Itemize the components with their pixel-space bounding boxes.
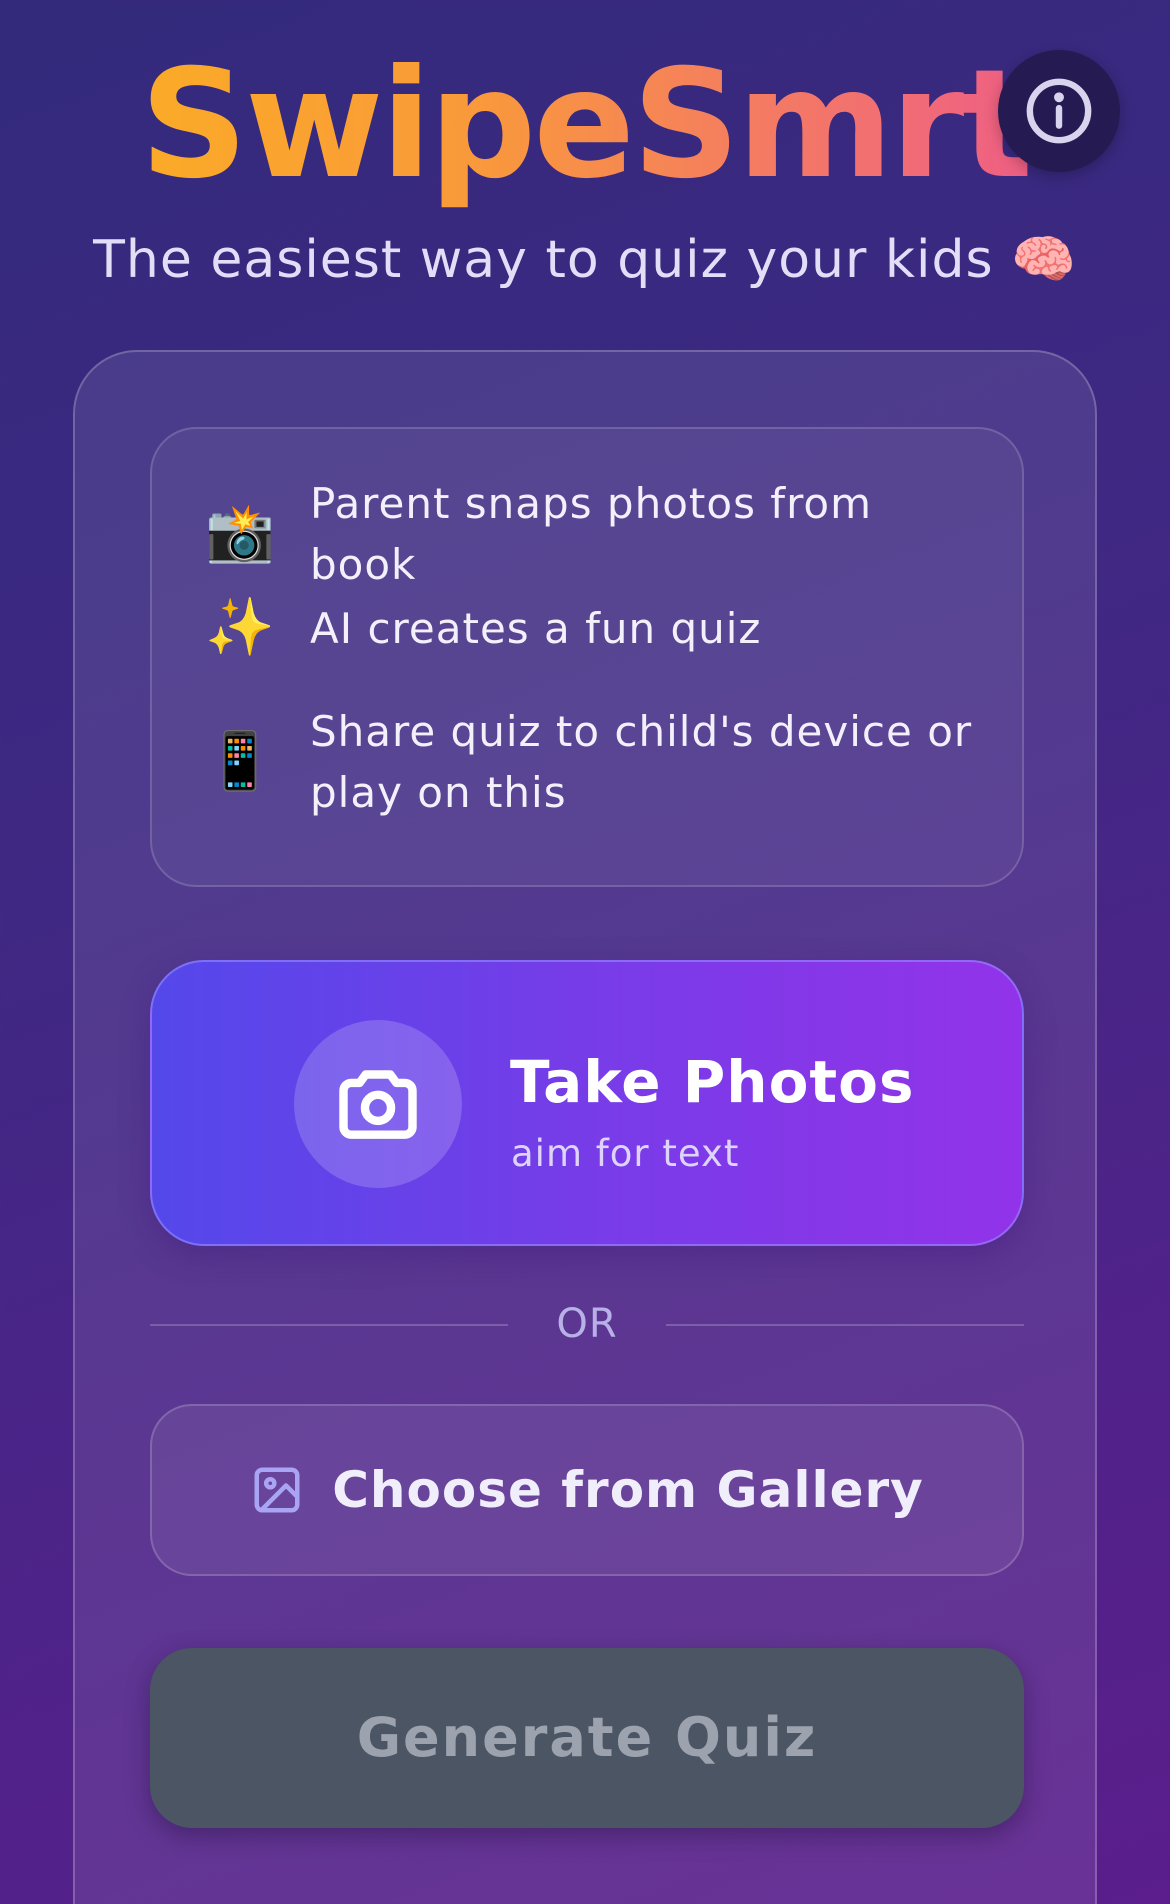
choose-from-gallery-button[interactable]: Choose from Gallery: [150, 1404, 1024, 1576]
sparkles-icon: ✨: [205, 595, 275, 660]
divider-line-right: [666, 1324, 1024, 1326]
app-title: SwipeSmrt: [0, 40, 1170, 210]
take-photos-hint: aim for text: [511, 1132, 740, 1175]
step-ai-quiz: ✨ AI creates a fun quiz: [152, 593, 1026, 663]
main-card: 📸 Parent snaps photos from book ✨ AI cre…: [73, 350, 1097, 1904]
camera-icon: [339, 1070, 417, 1139]
gallery-label: Choose from Gallery: [332, 1461, 924, 1519]
take-photos-label: Take Photos: [510, 1048, 915, 1116]
how-it-works-box: 📸 Parent snaps photos from book ✨ AI cre…: [150, 427, 1024, 887]
tagline: The easiest way to quiz your kids 🧠: [93, 230, 1077, 290]
camera-icon-circle: [294, 1020, 462, 1188]
image-icon: [250, 1463, 304, 1517]
divider-line-left: [150, 1324, 508, 1326]
step-snap-photos: 📸 Parent snaps photos from book: [152, 473, 1026, 595]
step-text: AI creates a fun quiz: [310, 603, 762, 653]
mobile-phone-icon: 📱: [205, 729, 275, 794]
header: SwipeSmrt The easiest way to quiz your k…: [0, 0, 1170, 320]
step-text: Parent snaps photos from book: [310, 479, 873, 589]
camera-flash-icon: 📸: [205, 501, 275, 566]
or-divider-label: OR: [556, 1301, 618, 1347]
take-photos-button[interactable]: Take Photos aim for text: [150, 960, 1024, 1246]
generate-quiz-button[interactable]: Generate Quiz: [150, 1648, 1024, 1828]
generate-quiz-label: Generate Quiz: [356, 1706, 818, 1769]
info-button[interactable]: [998, 50, 1120, 172]
info-icon: [1026, 78, 1092, 144]
step-text: Share quiz to child's device or play on …: [310, 707, 973, 817]
step-share-quiz: 📱 Share quiz to child's device or play o…: [152, 701, 1026, 823]
